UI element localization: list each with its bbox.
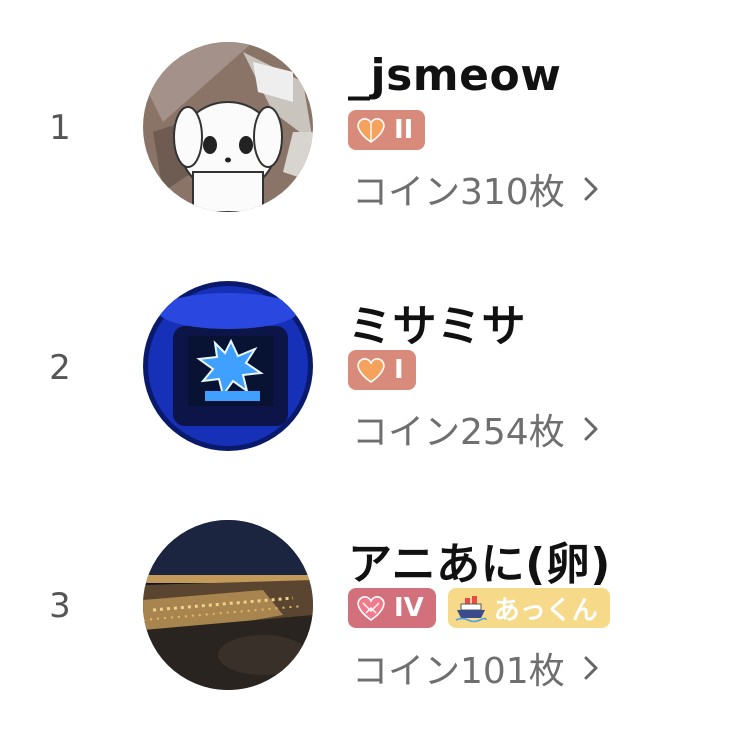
rank-number: 2: [49, 348, 71, 388]
coins-text: コイン310枚: [352, 172, 565, 213]
badge-group: IV あっくん: [348, 588, 610, 628]
username: ミサミサ: [348, 301, 526, 352]
coins-link[interactable]: コイン254枚: [352, 403, 599, 455]
ranking-row[interactable]: 1 _jsmeow II コイン310枚: [0, 0, 747, 240]
level-badge: IV: [348, 588, 436, 628]
avatar[interactable]: [143, 281, 313, 451]
fan-name: あっくん: [493, 595, 598, 626]
level-text: II: [394, 115, 414, 145]
orange-heart-icon: [357, 118, 385, 143]
coins-link[interactable]: コイン310枚: [352, 163, 599, 215]
ranking-row[interactable]: 2 ミサミサ I コイン254枚: [0, 240, 747, 480]
chevron-right-icon: [584, 656, 598, 680]
level-text: I: [394, 355, 404, 385]
coins-text: コイン254枚: [352, 412, 565, 453]
ship-icon: [455, 596, 487, 623]
level-badge: I: [348, 350, 416, 390]
coins-link[interactable]: コイン101枚: [352, 642, 599, 694]
avatar[interactable]: [143, 42, 313, 212]
avatar[interactable]: [143, 520, 313, 690]
fan-badge: あっくん: [447, 588, 610, 628]
coins-text: コイン101枚: [352, 651, 565, 692]
orange-heart-icon: [357, 358, 385, 383]
badge-group: I: [348, 350, 416, 390]
username: _jsmeow: [348, 50, 562, 101]
username: アニあに(卵): [348, 539, 611, 590]
chevron-right-icon: [584, 177, 598, 201]
rank-number: 3: [49, 586, 71, 626]
chevron-right-icon: [584, 417, 598, 441]
badge-group: II: [348, 110, 426, 150]
pink-heart-icon: [357, 596, 385, 621]
rank-number: 1: [49, 108, 71, 148]
level-text: IV: [394, 593, 424, 623]
ranking-row[interactable]: 3 アニあに(卵) IV あっくん コイン101枚: [0, 480, 747, 720]
level-badge: II: [348, 110, 426, 150]
